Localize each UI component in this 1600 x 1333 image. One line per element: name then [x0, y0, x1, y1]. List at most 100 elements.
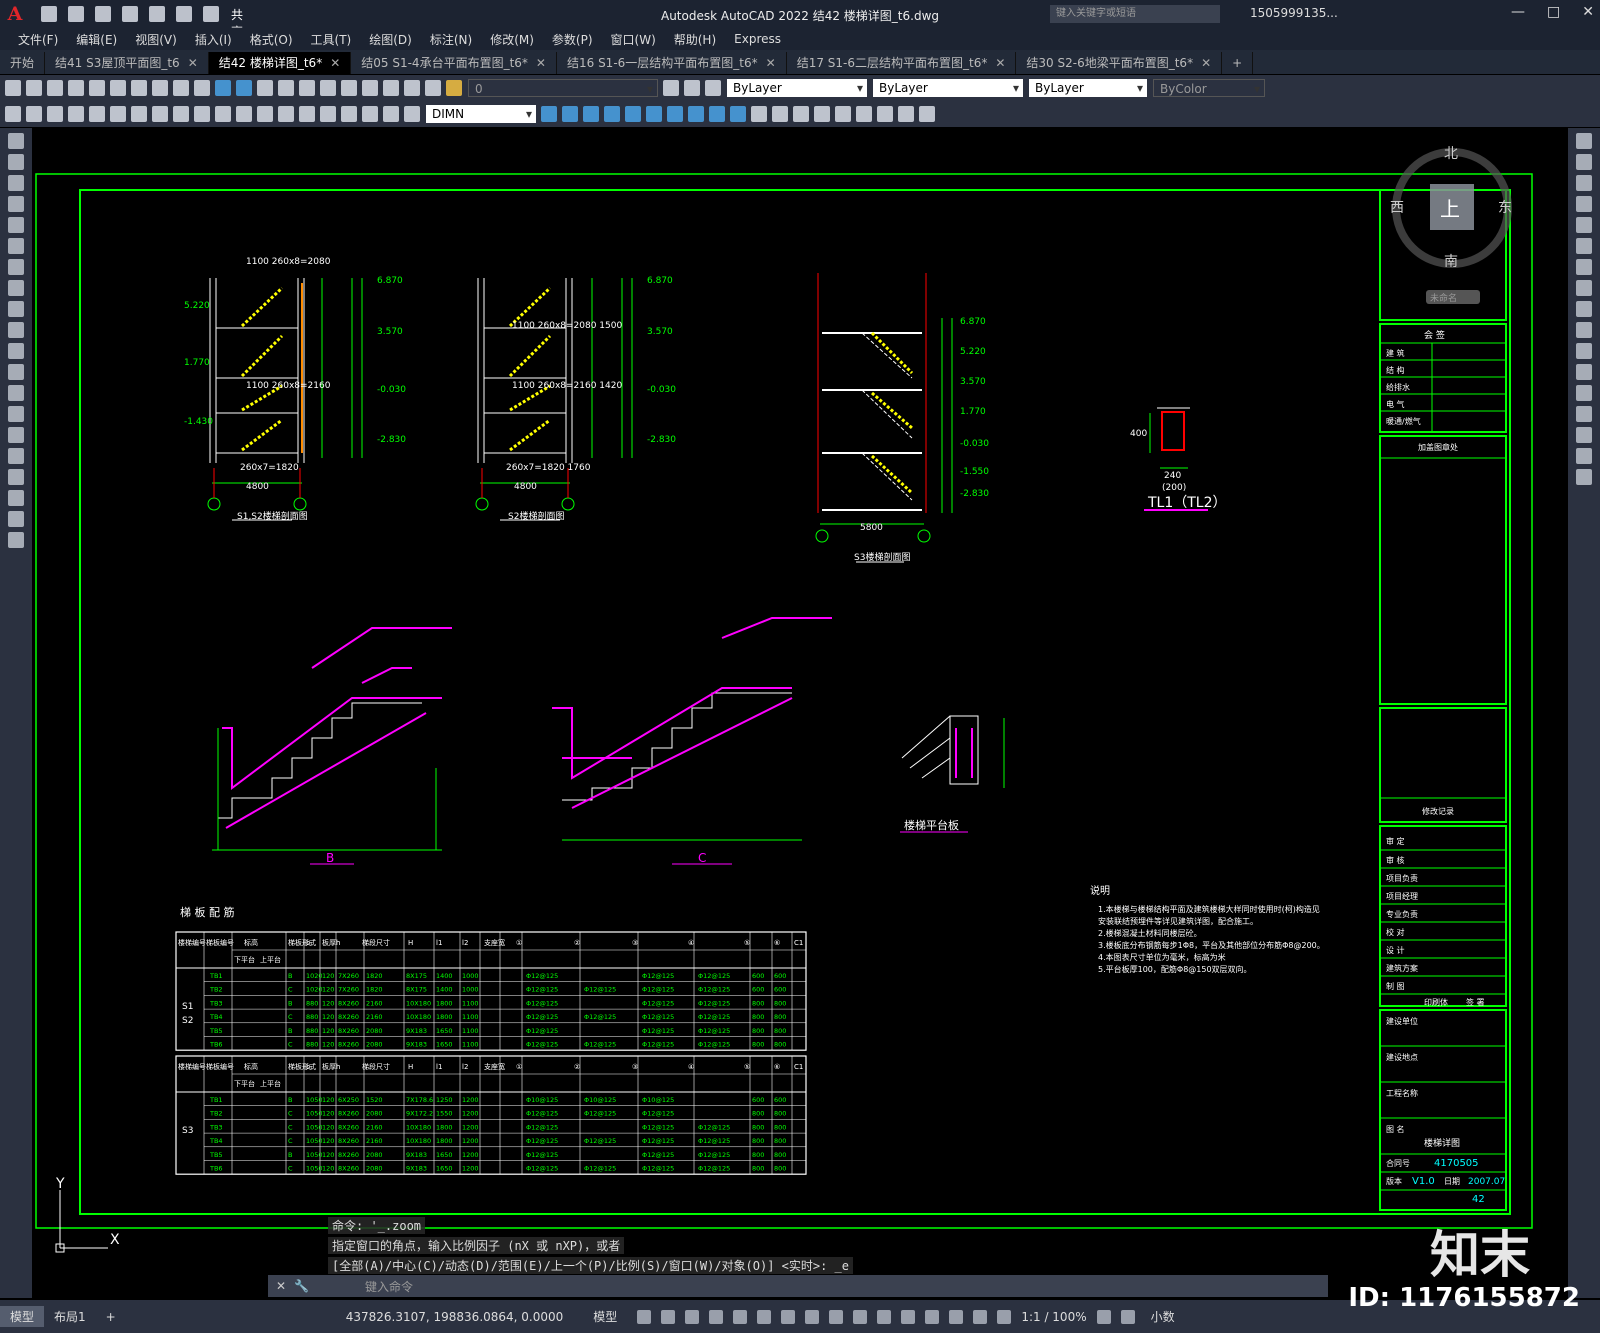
point-icon[interactable]: [8, 406, 24, 422]
transparency-icon[interactable]: [829, 1309, 844, 1324]
move-icon[interactable]: [1576, 238, 1592, 254]
view-left-icon[interactable]: [583, 106, 599, 122]
array-icon[interactable]: [1576, 217, 1592, 233]
compass-north[interactable]: 北: [1444, 146, 1458, 162]
calculator-icon[interactable]: [404, 80, 420, 96]
close-tab-icon[interactable]: ✕: [1201, 56, 1211, 70]
make-current-icon[interactable]: [705, 80, 721, 96]
grid-icon[interactable]: [637, 1309, 652, 1324]
dim-aligned-icon[interactable]: [26, 106, 42, 122]
share-button[interactable]: 共享: [231, 6, 247, 39]
pan-icon[interactable]: [257, 80, 273, 96]
command-line[interactable]: ✕ 🔧 键入命令: [268, 1275, 1328, 1297]
saveas-icon[interactable]: [122, 6, 138, 22]
auto-scale-icon[interactable]: [997, 1309, 1012, 1324]
new-icon[interactable]: [41, 6, 57, 22]
scale-icon[interactable]: [1576, 280, 1592, 296]
line-icon[interactable]: [8, 133, 24, 149]
sheet-set-icon[interactable]: [362, 80, 378, 96]
file-tab[interactable]: 结05 S1-4承台平面布置图_t6* ✕: [351, 52, 557, 74]
menu-item[interactable]: 修改(M): [490, 31, 534, 48]
plotstyle-select[interactable]: ByColor: [1153, 79, 1265, 98]
insert-block-icon[interactable]: [8, 364, 24, 380]
region-icon[interactable]: [8, 469, 24, 485]
cut-icon[interactable]: [131, 80, 147, 96]
maximize-icon[interactable]: □: [1547, 4, 1560, 20]
osnap-track-icon[interactable]: [757, 1309, 772, 1324]
revision-cloud-icon[interactable]: [8, 280, 24, 296]
open-icon[interactable]: [26, 80, 42, 96]
add-selected-icon[interactable]: [8, 532, 24, 548]
save-icon[interactable]: [47, 80, 63, 96]
menu-item[interactable]: 窗口(W): [611, 31, 656, 48]
ucs-icon[interactable]: [835, 106, 851, 122]
ellipse-arc-icon[interactable]: [8, 343, 24, 359]
table-icon[interactable]: [8, 490, 24, 506]
markup-icon[interactable]: [383, 80, 399, 96]
view-bottom-icon[interactable]: [562, 106, 578, 122]
dim-radius-icon[interactable]: [89, 106, 105, 122]
blend-icon[interactable]: [1576, 448, 1592, 464]
annotation-visibility-icon[interactable]: [973, 1309, 988, 1324]
dim-ordinate-icon[interactable]: [68, 106, 84, 122]
open-icon[interactable]: [68, 6, 84, 22]
dynamic-ucs-icon[interactable]: [901, 1309, 916, 1324]
file-tab[interactable]: 结17 S1-6二层结构平面布置图_t6* ✕: [787, 52, 1017, 74]
user-account[interactable]: 1505999135...: [1250, 6, 1338, 20]
view-top-icon[interactable]: [541, 106, 557, 122]
close-tab-icon[interactable]: ✕: [330, 56, 340, 70]
lineweight-icon[interactable]: [805, 1309, 820, 1324]
dim-edit-icon[interactable]: [362, 106, 378, 122]
autocad-logo[interactable]: A: [0, 3, 30, 25]
layer-bulb-icon[interactable]: [446, 80, 462, 96]
menu-item[interactable]: Express: [734, 32, 781, 46]
copy-icon[interactable]: [152, 80, 168, 96]
view-front-icon[interactable]: [625, 106, 641, 122]
help-icon[interactable]: [425, 80, 441, 96]
conceptual-icon[interactable]: [814, 106, 830, 122]
mirror-icon[interactable]: [1576, 175, 1592, 191]
stretch-icon[interactable]: [1576, 301, 1592, 317]
dim-jogged-icon[interactable]: [110, 106, 126, 122]
compass-east[interactable]: 东: [1498, 200, 1512, 216]
break-icon[interactable]: [1576, 364, 1592, 380]
menu-item[interactable]: 文件(F): [18, 31, 58, 48]
plot-icon[interactable]: [149, 6, 165, 22]
paste-icon[interactable]: [173, 80, 189, 96]
dim-arc-icon[interactable]: [47, 106, 63, 122]
visual-style-icon[interactable]: [751, 106, 767, 122]
ucs-world-icon[interactable]: [856, 106, 872, 122]
plus-icon[interactable]: [1120, 1309, 1135, 1324]
arc-icon[interactable]: [8, 238, 24, 254]
dim-update-icon[interactable]: [404, 106, 420, 122]
close-icon[interactable]: ✕: [276, 1279, 286, 1293]
design-center-icon[interactable]: [320, 80, 336, 96]
dim-angular-icon[interactable]: [152, 106, 168, 122]
new-icon[interactable]: [5, 80, 21, 96]
offset-icon[interactable]: [1576, 196, 1592, 212]
menu-item[interactable]: 插入(I): [195, 31, 232, 48]
join-icon[interactable]: [1576, 385, 1592, 401]
preview-icon[interactable]: [89, 80, 105, 96]
menu-item[interactable]: 参数(P): [552, 31, 593, 48]
quick-dim-icon[interactable]: [173, 106, 189, 122]
publish-icon[interactable]: [110, 80, 126, 96]
ellipse-icon[interactable]: [8, 322, 24, 338]
units-select[interactable]: 小数: [1151, 1308, 1175, 1325]
construction-line-icon[interactable]: [8, 154, 24, 170]
hatch-icon[interactable]: [8, 427, 24, 443]
viewcube-top[interactable]: 上: [1440, 197, 1460, 221]
dim-text-edit-icon[interactable]: [383, 106, 399, 122]
dim-break-icon[interactable]: [257, 106, 273, 122]
new-tab-button[interactable]: +: [1222, 52, 1254, 74]
command-input[interactable]: 键入命令: [365, 1278, 413, 1295]
dim-space-icon[interactable]: [236, 106, 252, 122]
view-back-icon[interactable]: [646, 106, 662, 122]
redo-icon[interactable]: [236, 80, 252, 96]
menu-item[interactable]: 视图(V): [135, 31, 177, 48]
explode-icon[interactable]: [1576, 469, 1592, 485]
file-tab[interactable]: 结41 S3屋顶平面图_t6 ✕: [45, 52, 209, 74]
shaded-icon[interactable]: [772, 106, 788, 122]
extend-icon[interactable]: [1576, 343, 1592, 359]
view-nw-iso-icon[interactable]: [730, 106, 746, 122]
